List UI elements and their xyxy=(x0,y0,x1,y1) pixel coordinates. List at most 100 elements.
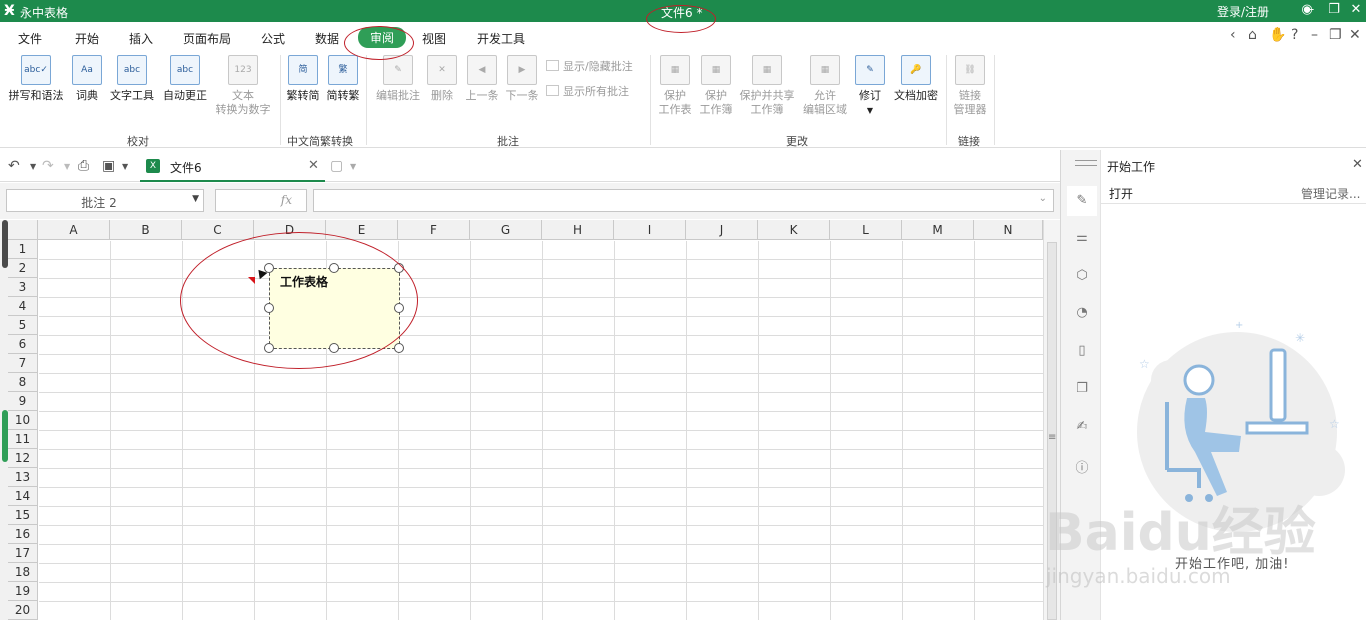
menu-view[interactable]: 视图 xyxy=(422,30,446,47)
protect-sheet-button[interactable]: ▦ 保护 工作表 xyxy=(654,55,696,117)
trad-to-simp-button[interactable]: 简 繁转简 xyxy=(284,55,322,103)
doc-restore-icon[interactable]: ❐ xyxy=(1329,27,1342,43)
text-tool-button[interactable]: abc 文字工具 xyxy=(106,55,158,103)
row-header[interactable]: 2 xyxy=(8,259,38,278)
pie-chart-icon[interactable]: ◔ xyxy=(1074,305,1090,320)
close-window-icon[interactable]: ✕ xyxy=(1347,2,1365,17)
select-all-corner[interactable] xyxy=(8,220,38,240)
row-header[interactable]: 19 xyxy=(8,582,38,601)
edit-note-icon[interactable]: ✍ xyxy=(1074,419,1090,434)
autocorrect-button[interactable]: abc 自动更正 xyxy=(159,55,211,103)
row-header[interactable]: 3 xyxy=(8,278,38,297)
prev-comment-button[interactable]: ◀ 上一条 xyxy=(462,55,502,103)
minimize-window-icon[interactable]: – xyxy=(1302,2,1320,17)
show-hide-comment-button[interactable]: 显示/隐藏批注 xyxy=(546,58,633,74)
spell-check-button[interactable]: abc✓ 拼写和语法 xyxy=(4,55,68,103)
column-header[interactable]: F xyxy=(398,220,470,240)
row-header[interactable]: 20 xyxy=(8,601,38,620)
row-header[interactable]: 17 xyxy=(8,544,38,563)
function-icon[interactable]: fx xyxy=(281,193,292,207)
column-header[interactable]: J xyxy=(686,220,758,240)
collapse-ribbon-icon[interactable]: ⌂ xyxy=(1248,27,1257,43)
revise-button[interactable]: ✎ 修订 ▼ xyxy=(854,55,886,118)
help-icon[interactable]: ? xyxy=(1291,27,1298,43)
sliders-icon[interactable]: ⚌ xyxy=(1074,230,1090,245)
column-header[interactable]: C xyxy=(182,220,254,240)
row-header[interactable]: 4 xyxy=(8,297,38,316)
row-header[interactable]: 10 xyxy=(8,411,38,430)
column-header[interactable]: N xyxy=(974,220,1043,240)
menu-page-layout[interactable]: 页面布局 xyxy=(183,30,231,47)
simp-to-trad-button[interactable]: 繁 简转繁 xyxy=(324,55,362,103)
print-preview-icon[interactable]: ⎙ xyxy=(78,158,89,174)
row-header[interactable]: 18 xyxy=(8,563,38,582)
row-header[interactable]: 15 xyxy=(8,506,38,525)
row-header[interactable]: 5 xyxy=(8,316,38,335)
column-header[interactable]: H xyxy=(542,220,614,240)
column-header[interactable]: A xyxy=(38,220,110,240)
next-comment-button[interactable]: ▶ 下一条 xyxy=(502,55,542,103)
column-header[interactable]: G xyxy=(470,220,542,240)
quick-access-dropdown-icon[interactable]: ▼ xyxy=(122,162,128,171)
menu-developer[interactable]: 开发工具 xyxy=(477,30,525,47)
text-to-number-button[interactable]: 123 文本 转换为数字 xyxy=(212,55,274,117)
menu-file[interactable]: 文件 xyxy=(18,30,42,47)
protect-share-button[interactable]: ▦ 保护并共享 工作簿 xyxy=(736,55,798,117)
row-header[interactable]: 8 xyxy=(8,373,38,392)
redo-icon[interactable]: ↷ xyxy=(42,158,54,174)
resize-handle[interactable] xyxy=(394,343,404,353)
name-box[interactable]: 批注 2 ▼ xyxy=(6,189,204,212)
menu-insert[interactable]: 插入 xyxy=(129,30,153,47)
restore-window-icon[interactable]: ❐ xyxy=(1325,2,1343,17)
column-header[interactable]: L xyxy=(830,220,902,240)
redo-dropdown-icon[interactable]: ▼ xyxy=(64,162,70,171)
allow-edit-range-button[interactable]: ▦ 允许 编辑区域 xyxy=(800,55,850,117)
undo-dropdown-icon[interactable]: ▼ xyxy=(30,162,36,171)
manage-history-link[interactable]: 管理记录... xyxy=(1301,185,1360,202)
formula-input[interactable]: ⌄ xyxy=(313,189,1054,212)
dictionary-button[interactable]: Aa 词典 xyxy=(70,55,104,103)
save-icon[interactable]: ▣ xyxy=(102,158,115,174)
hand-icon[interactable]: ✋ xyxy=(1269,27,1286,43)
edit-comment-button[interactable]: ✎ 编辑批注 xyxy=(372,55,424,103)
column-header[interactable]: I xyxy=(614,220,686,240)
open-link[interactable]: 打开 xyxy=(1109,185,1133,202)
row-header[interactable]: 11 xyxy=(8,430,38,449)
copy-icon[interactable]: ❐ xyxy=(1074,381,1090,396)
column-header[interactable]: K xyxy=(758,220,830,240)
cube-icon[interactable]: ⬡ xyxy=(1074,268,1090,283)
column-header[interactable]: B xyxy=(110,220,182,240)
menu-home[interactable]: 开始 xyxy=(75,30,99,47)
tab-close-icon[interactable]: ✕ xyxy=(308,158,319,173)
chevron-down-icon[interactable]: ▼ xyxy=(192,194,199,204)
delete-comment-button[interactable]: ✕ 删除 xyxy=(426,55,458,103)
show-all-comments-button[interactable]: 显示所有批注 xyxy=(546,83,629,99)
chevron-left-icon[interactable]: ‹ xyxy=(1230,27,1236,43)
doc-close-icon[interactable]: ✕ xyxy=(1349,27,1361,43)
clipboard-icon[interactable]: ▯ xyxy=(1074,343,1090,358)
spreadsheet-grid[interactable]: ≡ A B C D E F G H I J K L M N 1 2 3 4 5 6 7 8 9 10 11 12 13 14 15 16 1… xyxy=(0,220,1060,620)
encrypt-document-button[interactable]: 🔑 文档加密 xyxy=(890,55,942,103)
protect-workbook-button[interactable]: ▦ 保护 工作簿 xyxy=(696,55,736,117)
login-link[interactable]: 登录/注册 xyxy=(1217,3,1269,20)
undo-icon[interactable]: ↶ xyxy=(8,158,20,174)
menu-data[interactable]: 数据 xyxy=(315,30,339,47)
row-header[interactable]: 13 xyxy=(8,468,38,487)
column-header[interactable]: M xyxy=(902,220,974,240)
link-manager-button[interactable]: ⛓ 链接 管理器 xyxy=(950,55,990,117)
row-header[interactable]: 14 xyxy=(8,487,38,506)
drag-handle-icon[interactable] xyxy=(1075,160,1097,166)
new-tab-icon[interactable]: ▢ xyxy=(330,158,343,174)
task-pane-close-icon[interactable]: ✕ xyxy=(1352,157,1363,172)
help-circle-icon[interactable]: ⓘ xyxy=(1074,457,1090,476)
doc-minimize-icon[interactable]: – xyxy=(1311,27,1318,43)
document-tab[interactable]: X 文件6 ✕ xyxy=(140,155,325,182)
row-header[interactable]: 9 xyxy=(8,392,38,411)
row-header[interactable]: 6 xyxy=(8,335,38,354)
new-tab-dropdown-icon[interactable]: ▼ xyxy=(350,162,356,171)
row-header[interactable]: 7 xyxy=(8,354,38,373)
menu-formula[interactable]: 公式 xyxy=(261,30,285,47)
row-header[interactable]: 1 xyxy=(8,240,38,259)
row-header[interactable]: 12 xyxy=(8,449,38,468)
row-header[interactable]: 16 xyxy=(8,525,38,544)
